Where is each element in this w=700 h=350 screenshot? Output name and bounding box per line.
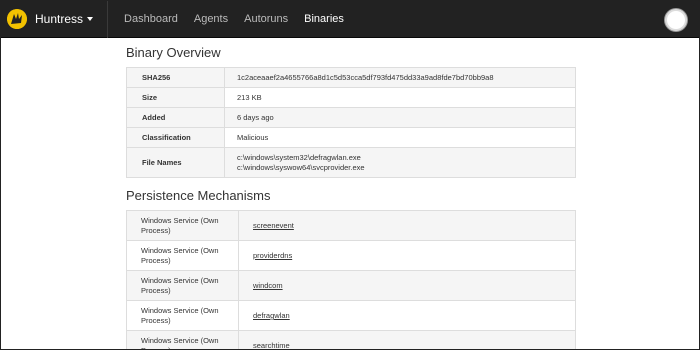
row-key: SHA256 [126,67,225,88]
table-row: Windows Service (Own Process) defragwlan [126,300,576,331]
mechanism-type: Windows Service (Own Process) [126,300,239,331]
nav-links: Dashboard Agents Autoruns Binaries [116,1,352,38]
sha256-value: 1c2aceaaef2a4655766a8d1c5d53cca5df793fd4… [224,67,576,88]
binary-overview-table: SHA256 1c2aceaaef2a4655766a8d1c5d53cca5d… [126,67,576,178]
persistence-mechanisms-title: Persistence Mechanisms [126,188,271,203]
mechanism-type: Windows Service (Own Process) [126,210,239,241]
service-link[interactable]: defragwlan [253,311,290,320]
mechanism-type: Windows Service (Own Process) [126,270,239,301]
mechanism-type: Windows Service (Own Process) [126,240,239,271]
binary-overview-title: Binary Overview [126,45,221,60]
table-row: Classification Malicious [126,127,576,148]
row-key: Classification [126,127,225,148]
huntress-logo-icon [7,9,27,29]
service-link[interactable]: searchtime [253,341,290,349]
table-row: Size 213 KB [126,87,576,108]
nav-link-binaries[interactable]: Binaries [296,1,352,38]
persistence-table: Windows Service (Own Process) screeneven… [126,210,576,349]
row-key: Size [126,87,225,108]
navbar-divider [107,1,109,38]
mechanism-type: Windows Service (Own Process) [126,330,239,349]
table-row: Windows Service (Own Process) searchtime [126,330,576,349]
file-name: c:\windows\system32\defragwlan.exe [237,152,361,162]
brand-dropdown[interactable]: Huntress [1,1,103,38]
nav-link-dashboard[interactable]: Dashboard [116,1,186,38]
nav-link-autoruns[interactable]: Autoruns [236,1,296,38]
app-frame: Huntress Dashboard Agents Autoruns Binar… [0,0,700,350]
user-avatar-icon[interactable] [665,9,687,31]
table-row: Windows Service (Own Process) windcom [126,270,576,301]
table-row: SHA256 1c2aceaaef2a4655766a8d1c5d53cca5d… [126,67,576,88]
brand-label: Huntress [35,12,84,26]
added-value: 6 days ago [224,107,576,128]
table-row: Windows Service (Own Process) providerdn… [126,240,576,271]
file-name: c:\windows\syswow64\svcprovider.exe [237,162,365,172]
nav-link-agents[interactable]: Agents [186,1,236,38]
top-navbar: Huntress Dashboard Agents Autoruns Binar… [1,1,699,38]
row-key: Added [126,107,225,128]
row-key: File Names [126,147,225,178]
classification-value: Malicious [224,127,576,148]
file-names-value: c:\windows\system32\defragwlan.exe c:\wi… [224,147,576,178]
table-row: File Names c:\windows\system32\defragwla… [126,147,576,178]
service-link[interactable]: providerdns [253,251,292,260]
main-content: Binary Overview SHA256 1c2aceaaef2a46557… [126,38,576,349]
service-link[interactable]: screenevent [253,221,294,230]
service-link[interactable]: windcom [253,281,283,290]
table-row: Windows Service (Own Process) screeneven… [126,210,576,241]
size-value: 213 KB [224,87,576,108]
caret-down-icon [87,17,94,21]
table-row: Added 6 days ago [126,107,576,128]
